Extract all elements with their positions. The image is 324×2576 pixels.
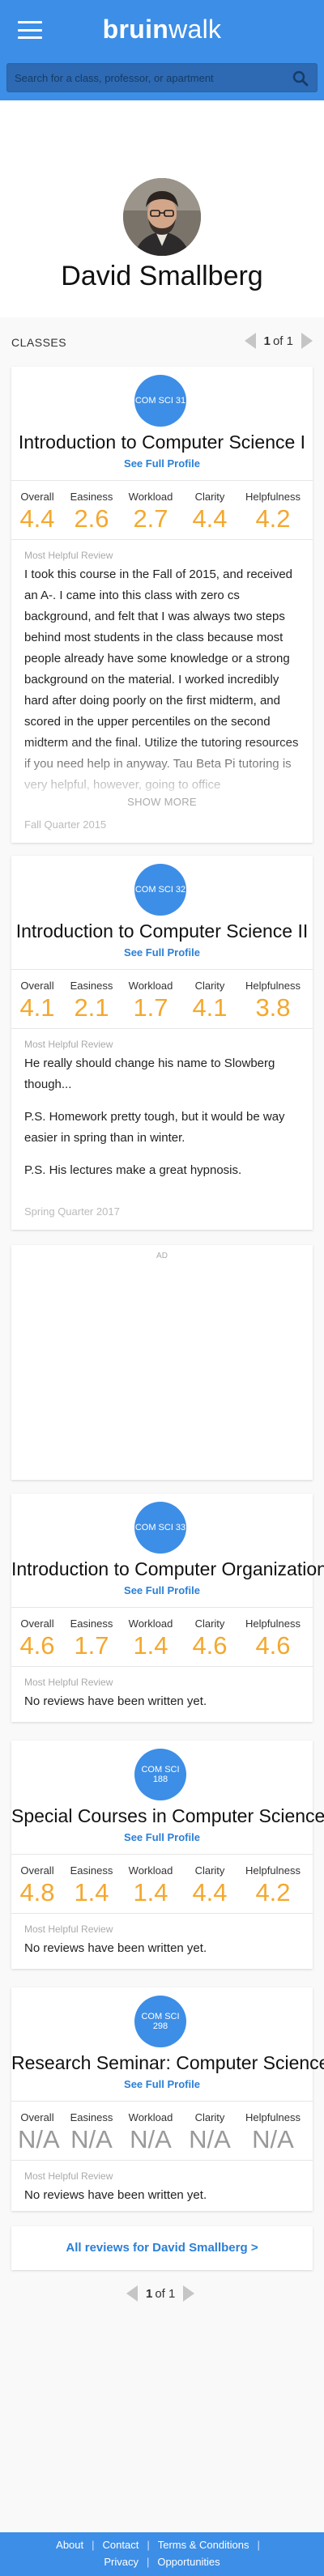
search-icon[interactable] [292, 70, 309, 87]
rating-clarity: Clarity N/A [189, 2111, 231, 2153]
course-card-cs298: COM SCI 298 Research Seminar: Computer S… [11, 1987, 324, 2211]
show-more-link[interactable]: SHOW MORE [11, 796, 313, 808]
course-code-badge[interactable]: COM SCI 33 [134, 1502, 186, 1554]
see-full-profile-link[interactable]: See Full Profile [11, 946, 313, 959]
pager-total: of 1 [155, 2286, 176, 2301]
ratings-row: Overall 4.8 Easiness 1.4 Workload 1.4 Clari… [11, 1854, 313, 1914]
search-bar [6, 63, 318, 92]
rating-workload: Workload 1.7 [128, 980, 173, 1022]
see-full-profile-link[interactable]: See Full Profile [11, 1831, 313, 1843]
footer-link-contact[interactable]: Contact [103, 2539, 139, 2551]
course-code-badge[interactable]: COM SCI 298 [134, 1996, 186, 2047]
review-text: No reviews have been written yet. [24, 2188, 207, 2202]
rating-clarity: Clarity 4.4 [192, 1864, 228, 1906]
bruinwalk-logo[interactable]: bruinwalk [0, 15, 324, 45]
review-quarter: Fall Quarter 2015 [24, 818, 107, 831]
rating-easiness: Easiness N/A [70, 2111, 113, 2153]
footer-link-opportunities[interactable]: Opportunities [157, 2556, 220, 2568]
ratings-row: Overall 4.1 Easiness 2.1 Workload 1.7 Clari… [11, 969, 313, 1029]
rating-overall: Overall 4.6 [19, 1617, 55, 1660]
next-page-icon[interactable] [183, 2285, 195, 2302]
classes-header: CLASSES 1 of 1 [11, 333, 313, 352]
rating-clarity: Clarity 4.1 [192, 980, 228, 1022]
ratings-row: Overall 4.6 Easiness 1.7 Workload 1.4 Clari… [11, 1607, 313, 1667]
pager-total: of 1 [272, 334, 293, 348]
ad-slot[interactable]: AD [11, 1245, 313, 1480]
rating-overall: Overall N/A [18, 2111, 60, 2153]
course-code-badge[interactable]: COM SCI 188 [134, 1749, 186, 1800]
prev-page-icon[interactable] [126, 2285, 138, 2302]
rating-overall: Overall 4.8 [19, 1864, 55, 1906]
next-page-icon[interactable] [301, 333, 313, 349]
most-helpful-label: Most Helpful Review [24, 550, 113, 561]
professor-avatar [123, 178, 201, 256]
search-input[interactable] [7, 64, 283, 91]
review-text: No reviews have been written yet. [24, 1694, 207, 1708]
see-full-profile-link[interactable]: See Full Profile [11, 2078, 313, 2090]
course-title[interactable]: Introduction to Computer Science I [11, 431, 313, 453]
rating-helpfulness: Helpfulness 4.2 [245, 491, 301, 533]
footer-link-privacy[interactable]: Privacy [104, 2556, 139, 2568]
all-reviews-link[interactable]: All reviews for David Smallberg > [11, 2226, 313, 2270]
course-card-cs31: COM SCI 31 Introduction to Computer Scie… [11, 367, 313, 843]
most-helpful-label: Most Helpful Review [24, 1039, 113, 1050]
ratings-row: Overall 4.4 Easiness 2.6 Workload 2.7 Clari… [11, 480, 313, 540]
rating-helpfulness: Helpfulness N/A [245, 2111, 301, 2153]
course-title[interactable]: Introduction to Computer Science II [11, 920, 313, 942]
review-text: I took this course in the Fall of 2015, … [24, 564, 300, 802]
see-full-profile-link[interactable]: See Full Profile [11, 457, 313, 470]
classes-label: CLASSES [11, 336, 67, 349]
ratings-row: Overall N/A Easiness N/A Workload N/A Clari… [11, 2101, 313, 2161]
bottom-pager: 1 of 1 [126, 2285, 195, 2302]
review-text: He really should change his name to Slow… [24, 1056, 285, 1177]
footer-row-1: About | Contact | Terms & Conditions | [56, 2539, 260, 2551]
see-full-profile-link[interactable]: See Full Profile [11, 1584, 313, 1596]
rating-easiness: Easiness 1.4 [70, 1864, 113, 1906]
top-header: bruinwalk [0, 0, 324, 100]
most-helpful-label: Most Helpful Review [24, 1677, 113, 1688]
course-card-cs33: COM SCI 33 Introduction to Computer Orga… [11, 1494, 324, 1722]
review-quarter: Spring Quarter 2017 [24, 1205, 120, 1218]
course-title[interactable]: Research Seminar: Computer Science [11, 2052, 324, 2074]
rating-overall: Overall 4.1 [19, 980, 55, 1022]
review-text: No reviews have been written yet. [24, 1941, 207, 1955]
course-code-badge[interactable]: COM SCI 31 [134, 375, 186, 427]
rating-easiness: Easiness 1.7 [70, 1617, 113, 1660]
professor-hero: David Smallberg [0, 100, 324, 317]
course-code-badge[interactable]: COM SCI 32 [134, 864, 186, 916]
classes-pager: 1 of 1 [244, 333, 313, 349]
rating-workload: Workload 2.7 [128, 491, 173, 533]
rating-easiness: Easiness 2.1 [70, 980, 113, 1022]
prev-page-icon[interactable] [244, 333, 256, 349]
rating-workload: Workload N/A [128, 2111, 173, 2153]
rating-clarity: Clarity 4.4 [192, 491, 228, 533]
professor-name: David Smallberg [61, 261, 263, 291]
rating-overall: Overall 4.4 [19, 491, 55, 533]
rating-clarity: Clarity 4.6 [192, 1617, 228, 1660]
rating-helpfulness: Helpfulness 4.2 [245, 1864, 301, 1906]
footer: About | Contact | Terms & Conditions | Privac… [0, 2532, 324, 2576]
rating-helpfulness: Helpfulness 3.8 [245, 980, 301, 1022]
course-title[interactable]: Special Courses in Computer Science [11, 1805, 324, 1827]
pager-current: 1 [263, 334, 271, 348]
footer-link-terms[interactable]: Terms & Conditions [158, 2539, 249, 2551]
course-title[interactable]: Introduction to Computer Organization [11, 1558, 324, 1580]
footer-row-2: Privacy | Opportunities [104, 2556, 220, 2568]
most-helpful-label: Most Helpful Review [24, 2170, 113, 2182]
rating-helpfulness: Helpfulness 4.6 [245, 1617, 301, 1660]
most-helpful-label: Most Helpful Review [24, 1923, 113, 1935]
course-card-cs32: COM SCI 32 Introduction to Computer Scie… [11, 856, 313, 1230]
course-card-cs188: COM SCI 188 Special Courses in Computer … [11, 1741, 324, 1969]
rating-workload: Workload 1.4 [128, 1864, 173, 1906]
rating-easiness: Easiness 2.6 [70, 491, 113, 533]
footer-link-about[interactable]: About [56, 2539, 83, 2551]
ad-label: AD [156, 1252, 168, 1260]
rating-workload: Workload 1.4 [128, 1617, 173, 1660]
pager-current: 1 [146, 2286, 153, 2301]
